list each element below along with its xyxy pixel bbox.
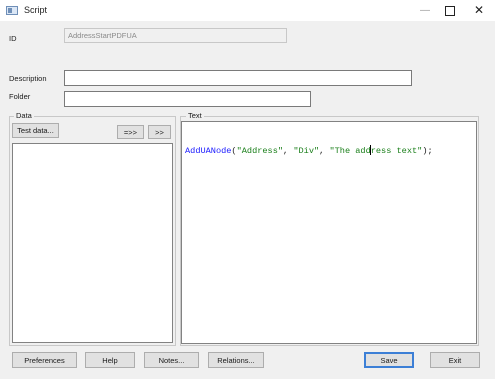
description-label: Description — [9, 74, 47, 83]
test-data-button[interactable]: Test data... — [12, 123, 59, 138]
title-bar: Script — ✕ — [0, 0, 495, 21]
window-title: Script — [24, 5, 48, 15]
code-arg-3-end: ress text" — [370, 146, 423, 156]
folder-field[interactable] — [64, 91, 311, 107]
save-button[interactable]: Save — [364, 352, 414, 368]
maximize-icon — [445, 6, 455, 16]
script-window-icon — [6, 6, 18, 15]
script-editor[interactable]: AddUANode("Address", "Div", "The address… — [181, 121, 477, 344]
code-separator-1: , — [283, 146, 294, 156]
relations-button[interactable]: Relations... — [208, 352, 264, 368]
close-button[interactable]: ✕ — [462, 0, 495, 21]
transfer-button[interactable]: >> — [148, 125, 171, 139]
script-dialog: Script — ✕ ID AddressStartPDFUA Descript… — [0, 0, 495, 379]
code-arg-1: "Address" — [236, 146, 284, 156]
description-field[interactable] — [64, 70, 412, 86]
data-group-title: Data — [14, 111, 34, 120]
code-close: ); — [422, 146, 433, 156]
data-list[interactable] — [12, 143, 173, 343]
code-line: AddUANode("Address", "Div", "The address… — [185, 145, 433, 156]
id-field: AddressStartPDFUA — [64, 28, 287, 43]
folder-label: Folder — [9, 92, 31, 101]
code-separator-2: , — [319, 146, 330, 156]
id-label: ID — [9, 34, 17, 43]
code-arg-2: "Div" — [293, 146, 320, 156]
notes-button[interactable]: Notes... — [144, 352, 199, 368]
code-arg-3-start: "The add — [329, 146, 371, 156]
transfer-all-button[interactable]: =>> — [117, 125, 144, 139]
help-button[interactable]: Help — [85, 352, 135, 368]
preferences-button[interactable]: Preferences — [12, 352, 77, 368]
code-function: AddUANode — [185, 146, 232, 156]
text-group-title: Text — [186, 111, 204, 120]
exit-button[interactable]: Exit — [430, 352, 480, 368]
